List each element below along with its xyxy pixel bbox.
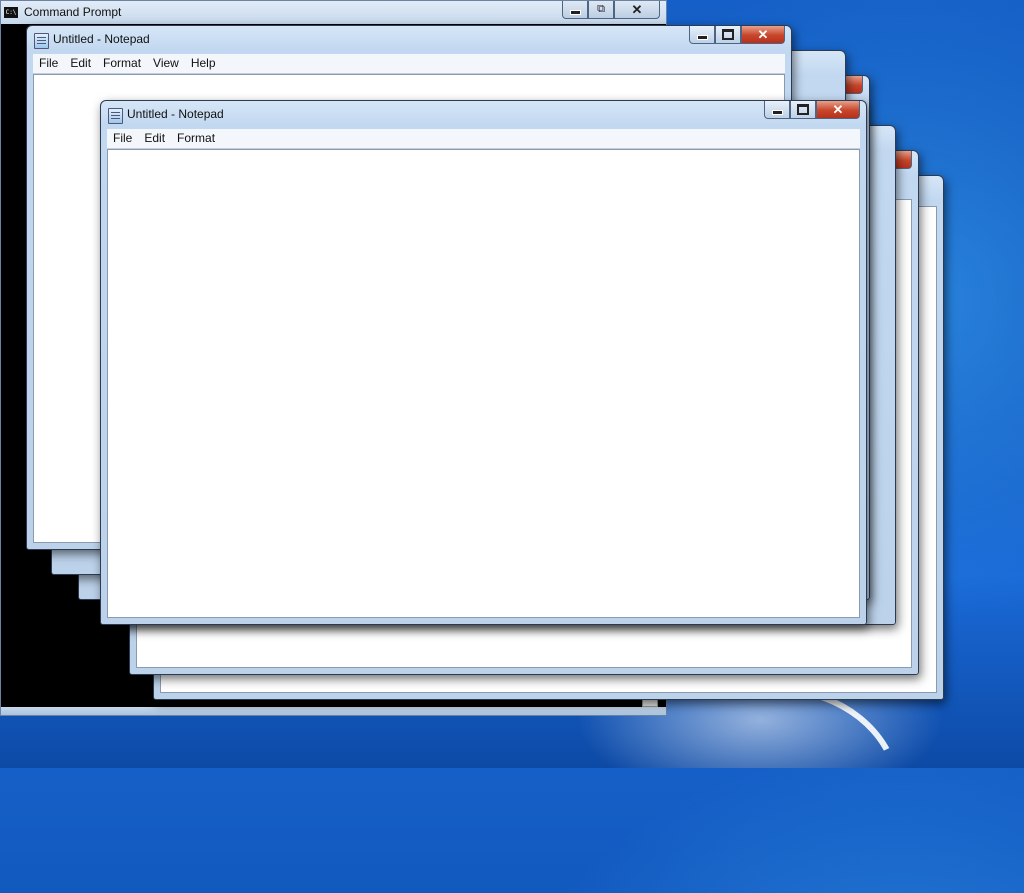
notepad-front-menubar: File Edit Format — [107, 129, 860, 149]
cmd-restore-button[interactable]: ⧉ — [588, 1, 614, 19]
menu-format[interactable]: Format — [171, 129, 221, 148]
notepad-back-maximize-button[interactable] — [715, 26, 741, 44]
menu-file[interactable]: File — [33, 54, 64, 73]
minimize-icon — [771, 110, 783, 115]
command-prompt-titlebar[interactable]: C:\ Command Prompt ⧉ ✕ — [1, 1, 666, 24]
restore-icon: ⧉ — [597, 3, 605, 15]
notepad-back-minimize-button[interactable] — [689, 26, 715, 44]
notepad-front-titlebar[interactable]: Untitled - Notepad ✕ — [101, 101, 866, 129]
menu-edit[interactable]: Edit — [64, 54, 97, 73]
command-prompt-title: Command Prompt — [24, 5, 122, 19]
menu-help[interactable]: Help — [185, 54, 222, 73]
notepad-front-title: Untitled - Notepad — [127, 107, 224, 121]
cmd-minimize-button[interactable] — [562, 1, 588, 19]
notepad-back-menubar: File Edit Format View Help — [33, 54, 785, 74]
close-icon: ✕ — [757, 27, 769, 42]
menu-view[interactable]: View — [147, 54, 185, 73]
notepad-front-minimize-button[interactable] — [764, 101, 790, 119]
minimize-icon — [696, 35, 708, 40]
menu-format[interactable]: Format — [97, 54, 147, 73]
notepad-front-text-area[interactable] — [107, 149, 860, 618]
notepad-back-title: Untitled - Notepad — [53, 32, 150, 46]
notepad-front-maximize-button[interactable] — [790, 101, 816, 119]
close-icon: ✕ — [832, 102, 844, 117]
notepad-back-close-button[interactable]: ✕ — [741, 26, 785, 44]
maximize-icon — [797, 104, 809, 115]
notepad-back-titlebar[interactable]: Untitled - Notepad ✕ — [27, 26, 791, 54]
close-icon: ✕ — [631, 2, 643, 17]
cmd-close-button[interactable]: ✕ — [614, 1, 660, 19]
menu-file[interactable]: File — [107, 129, 138, 148]
notepad-front-close-button[interactable]: ✕ — [816, 101, 860, 119]
cmd-icon: C:\ — [4, 7, 18, 18]
notepad-icon — [34, 33, 49, 49]
maximize-icon — [722, 29, 734, 40]
minimize-icon — [569, 10, 581, 15]
menu-edit[interactable]: Edit — [138, 129, 171, 148]
notepad-window-front[interactable]: Untitled - Notepad ✕ File Edit Format — [100, 100, 867, 625]
cmd-bottom-border — [1, 707, 666, 715]
notepad-icon — [108, 108, 123, 124]
